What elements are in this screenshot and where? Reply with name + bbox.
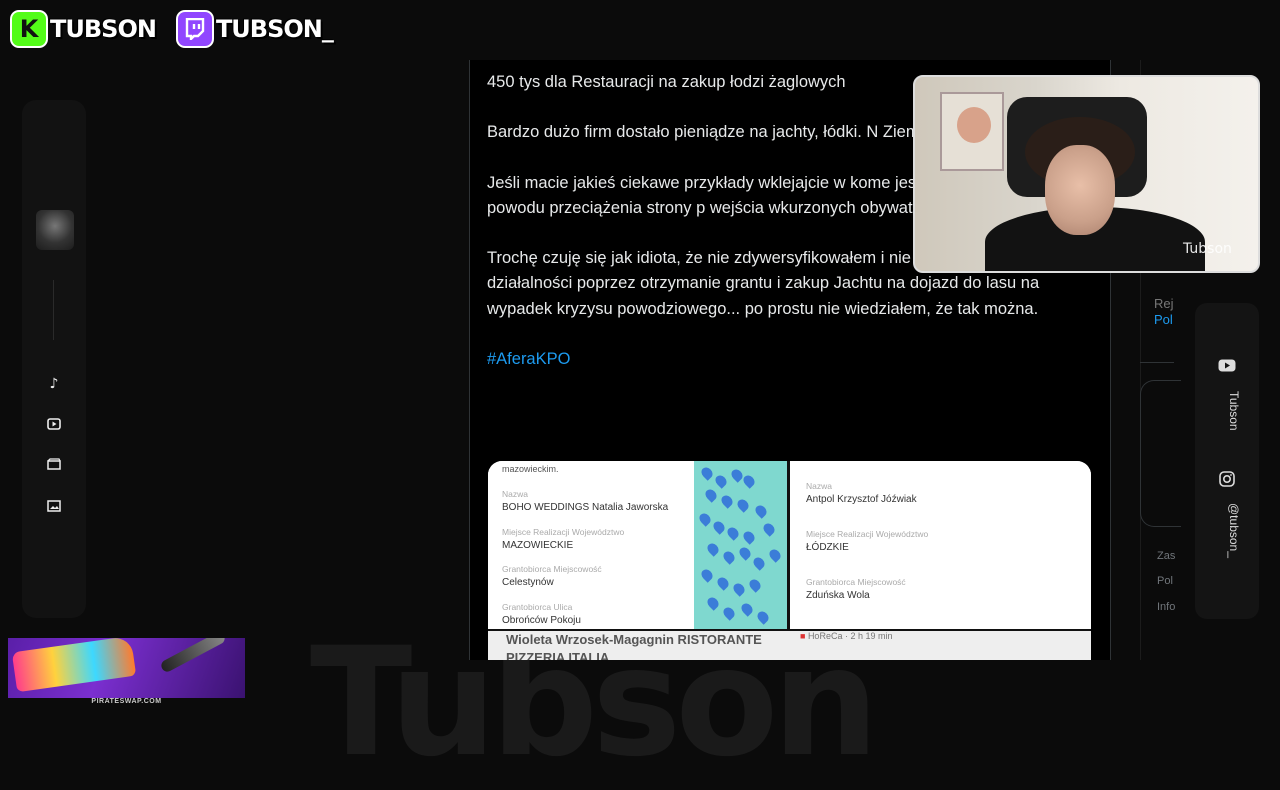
- music-icon[interactable]: ♪: [42, 372, 66, 396]
- divider: [1140, 362, 1174, 363]
- webcam-overlay: Tubson: [913, 75, 1260, 273]
- left-sidebar: ♪: [22, 100, 86, 618]
- grant-record-left: mazowieckim. Nazwa BOHO WEDDINGS Natalia…: [488, 461, 694, 629]
- record-text: ■ HoReCa · 2 h 19 min: [800, 631, 893, 641]
- social-links-panel: Tubson @tubson_: [1195, 303, 1259, 619]
- field-value: Zduńska Wola: [806, 590, 870, 601]
- clapper-icon[interactable]: [42, 452, 66, 476]
- sponsor-caption: PIRATESWAP.COM: [91, 698, 162, 705]
- youtube-label: Tubson: [1227, 391, 1241, 431]
- field-value: BOHO WEDDINGS Natalia Jaworska: [502, 502, 669, 513]
- twitch-handle: TUBSON_: [177, 12, 334, 46]
- field-value: MAZOWIECKIE: [502, 540, 574, 551]
- youtube-icon[interactable]: [1217, 355, 1237, 375]
- side-panel-box: [1140, 380, 1181, 527]
- map-image: [694, 461, 787, 629]
- image-icon[interactable]: [42, 494, 66, 518]
- hashtag-link[interactable]: #AferaKPO: [487, 350, 570, 368]
- field-value: ŁÓDZKIE: [806, 542, 849, 553]
- attachment-bottom: Wioleta Wrzosek-Magagnin RISTORANTE PIZZ…: [488, 629, 1091, 660]
- signup-link[interactable]: Pol: [1154, 312, 1174, 328]
- footer-link[interactable]: Pol: [1157, 575, 1173, 587]
- grant-record-right: Nazwa Antpol Krzysztof Jóźwiak Miejsce R…: [790, 461, 1091, 629]
- stream-handles: K TUBSON TUBSON_: [12, 12, 334, 46]
- footer-link[interactable]: Zas: [1157, 550, 1175, 562]
- avatar[interactable]: [36, 210, 74, 250]
- field-value: Celestynów: [502, 577, 554, 588]
- field-label: Grantobiorca Ulica: [502, 602, 573, 612]
- cam-logo: Tubson: [1183, 241, 1232, 257]
- field-label: Miejsce Realizacji Województwo: [806, 529, 929, 539]
- sponsor-banner: [8, 638, 245, 698]
- record-text: Wioleta Wrzosek-Magagnin RISTORANTE PIZZ…: [506, 632, 762, 660]
- field-label: Nazwa: [806, 481, 832, 491]
- video-icon[interactable]: [42, 412, 66, 436]
- instagram-label: @tubson_: [1227, 503, 1241, 558]
- gun-image: [11, 638, 137, 693]
- kick-handle-text: TUBSON: [50, 15, 157, 43]
- twitch-handle-text: TUBSON_: [215, 15, 334, 43]
- face: [1045, 145, 1115, 235]
- twitch-icon: [177, 12, 212, 46]
- field-value: Obrońców Pokoju: [502, 615, 581, 626]
- tweet-attachment-image[interactable]: mazowieckim. Nazwa BOHO WEDDINGS Natalia…: [488, 461, 1091, 660]
- field-label: Grantobiorca Miejscowość: [502, 564, 602, 574]
- marker-icon: ■: [800, 631, 808, 641]
- background-face: [957, 107, 991, 143]
- instagram-icon[interactable]: [1217, 469, 1237, 489]
- field-label: Miejsce Realizacji Województwo: [502, 527, 625, 537]
- field-label: Nazwa: [502, 489, 528, 499]
- footer-link[interactable]: Info: [1157, 601, 1175, 613]
- signup-text: Rej Pol: [1154, 296, 1174, 328]
- field-value: Antpol Krzysztof Jóźwiak: [806, 494, 917, 505]
- divider: [53, 280, 54, 340]
- kick-icon: K: [12, 12, 46, 46]
- record-text: mazowieckim.: [502, 464, 559, 474]
- knife-image: [159, 638, 227, 674]
- kick-handle: K TUBSON: [12, 12, 157, 46]
- field-label: Grantobiorca Miejscowość: [806, 577, 906, 587]
